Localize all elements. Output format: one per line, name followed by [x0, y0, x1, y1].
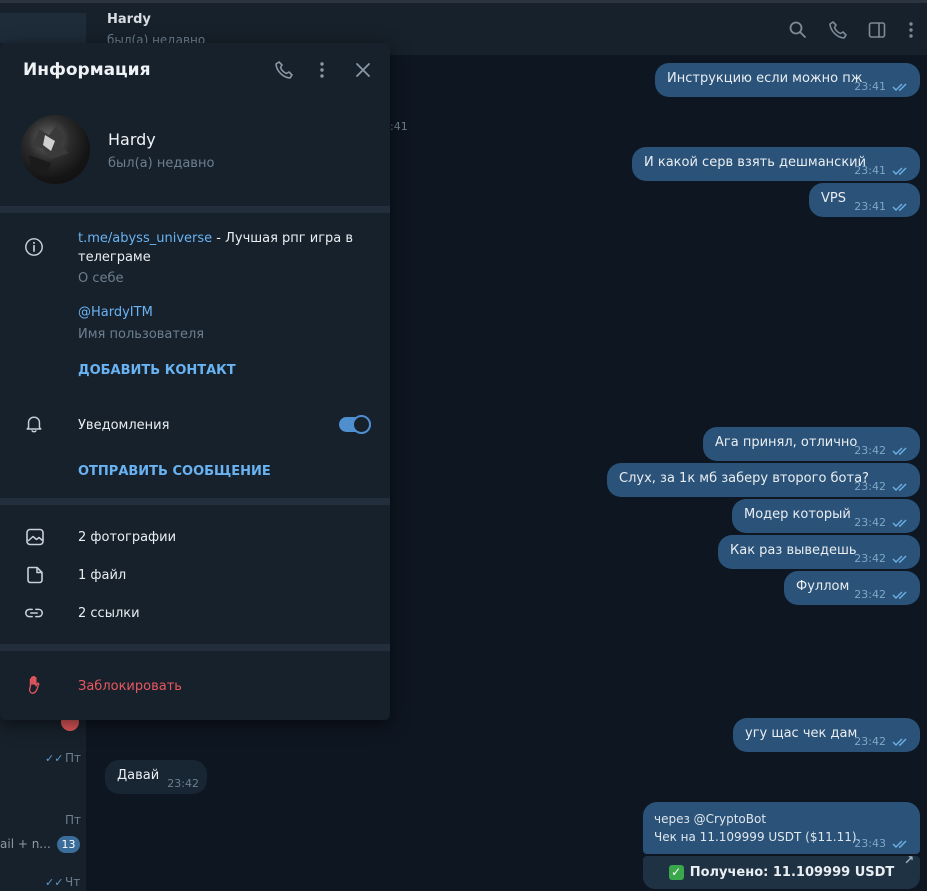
message-time: 23:42 — [854, 735, 886, 748]
link-icon — [25, 608, 43, 618]
file-icon — [27, 566, 43, 584]
read-checks-icon — [892, 591, 907, 599]
chat-list-selected-item[interactable] — [0, 13, 86, 43]
chat-list-day: Пт — [65, 751, 82, 765]
chat-list-day: Пт — [65, 813, 82, 827]
search-icon[interactable] — [788, 20, 808, 40]
read-checks-icon: ✓✓ — [45, 752, 64, 765]
message-time: 23:43 — [854, 837, 886, 850]
message-time: 23:41 — [854, 164, 886, 177]
outgoing-message[interactable]: Ага принял, отлично 23:42 — [703, 427, 920, 461]
more-options-icon[interactable] — [901, 20, 921, 40]
section-divider — [0, 644, 390, 651]
block-user-button[interactable]: Заблокировать — [78, 679, 182, 694]
close-icon[interactable] — [353, 60, 373, 80]
profile-name: Hardy — [108, 130, 156, 149]
message-time: 23:41 — [854, 200, 886, 213]
message-time: 23:41 — [854, 80, 886, 93]
links-item[interactable]: 2 ссылки — [78, 606, 140, 621]
message-time: 23:42 — [854, 516, 886, 529]
phone-icon[interactable] — [828, 20, 848, 40]
bell-icon — [26, 416, 42, 433]
chat-title[interactable]: Hardy — [107, 12, 151, 27]
message-text: Инструкцию если можно пж — [667, 71, 863, 86]
via-bot-label: через @CryptoBot — [654, 812, 767, 826]
message-text: угу щас чек дам — [745, 726, 858, 741]
outgoing-message[interactable]: Слух, за 1к мб заберу второго бота? 23:4… — [607, 463, 920, 497]
check-mark-icon: ✓ — [668, 865, 684, 880]
message-text: Слух, за 1к мб заберу второго бота? — [619, 471, 869, 486]
more-options-icon[interactable] — [312, 60, 332, 80]
username-label: Имя пользователя — [78, 327, 205, 342]
panel-title: Информация — [23, 60, 151, 80]
hand-stop-icon — [28, 675, 40, 694]
bio-link[interactable]: t.me/abyss_universe — [78, 231, 212, 246]
cryptobot-check-message[interactable]: через @CryptoBot Чек на 11.109999 USDT (… — [643, 802, 920, 854]
outgoing-message[interactable]: И какой серв взять дешманский 23:41 — [632, 147, 920, 181]
outgoing-message[interactable]: Инструкцию если можно пж 23:41 — [655, 63, 920, 97]
section-divider — [0, 206, 390, 213]
message-text: Как раз выведешь — [730, 543, 857, 558]
photo-icon — [26, 528, 44, 546]
received-button-label: Получено: 11.109999 USDT — [689, 865, 895, 880]
files-item[interactable]: 1 файл — [78, 568, 126, 583]
photos-item[interactable]: 2 фотографии — [78, 530, 176, 545]
read-checks-icon — [892, 167, 907, 175]
user-info-panel: Информация Hardy был(а) недавно t.me/aby… — [0, 43, 390, 720]
outgoing-message[interactable]: Модер который 23:42 — [732, 499, 920, 533]
message-text: Ага принял, отлично — [715, 435, 858, 450]
add-contact-button[interactable]: ДОБАВИТЬ КОНТАКТ — [78, 363, 236, 378]
message-text: VPS — [821, 191, 846, 206]
message-text: Давай — [117, 768, 160, 783]
read-checks-icon — [892, 483, 907, 491]
bio-text: t.me/abyss_universe - Лучшая рпг игра в … — [78, 229, 358, 267]
message-time: 23:42 — [854, 444, 886, 457]
read-checks-icon — [892, 738, 907, 746]
avatar[interactable] — [21, 115, 90, 184]
bio-label: О себе — [78, 271, 124, 286]
message-time: 23:42 — [167, 777, 199, 790]
sidebar-toggle-icon[interactable] — [867, 20, 887, 40]
send-message-button[interactable]: ОТПРАВИТЬ СООБЩЕНИЕ — [78, 464, 271, 479]
outgoing-message[interactable]: VPS 23:41 — [809, 183, 920, 217]
chat-list-snippet: ail + n... — [0, 837, 51, 851]
read-checks-icon — [892, 447, 907, 455]
message-time: 23:42 — [854, 588, 886, 601]
outgoing-message[interactable]: Как раз выведешь 23:42 — [718, 535, 920, 569]
message-time: 23:42 — [854, 480, 886, 493]
phone-icon[interactable] — [274, 60, 294, 80]
read-checks-icon: ✓✓ — [45, 876, 64, 889]
received-inline-button[interactable]: ↗ ✓ Получено: 11.109999 USDT — [643, 853, 920, 889]
external-link-arrow-icon: ↗ — [903, 853, 914, 867]
info-icon — [25, 238, 43, 256]
incoming-message[interactable]: Давай 23:42 — [105, 760, 207, 794]
notifications-toggle[interactable] — [339, 415, 371, 434]
read-checks-icon — [892, 83, 907, 91]
profile-status: был(а) недавно — [108, 156, 215, 171]
message-time: :41 — [390, 120, 408, 133]
message-time: 23:42 — [854, 552, 886, 565]
outgoing-message[interactable]: угу щас чек дам 23:42 — [733, 718, 920, 752]
read-checks-icon — [892, 555, 907, 563]
message-text: Фуллом — [796, 579, 850, 594]
read-checks-icon — [892, 203, 907, 211]
chat-list-day: Чт — [65, 875, 81, 889]
unread-count-badge: 13 — [57, 836, 80, 853]
notifications-label: Уведомления — [78, 418, 170, 433]
outgoing-message[interactable]: Фуллом 23:42 — [784, 571, 920, 605]
toggle-knob — [352, 415, 371, 434]
message-text: Модер который — [744, 507, 851, 522]
message-text: И какой серв взять дешманский — [644, 155, 867, 170]
section-divider — [0, 498, 390, 505]
username-link[interactable]: @HardyITM — [78, 305, 153, 320]
read-checks-icon — [892, 519, 907, 527]
